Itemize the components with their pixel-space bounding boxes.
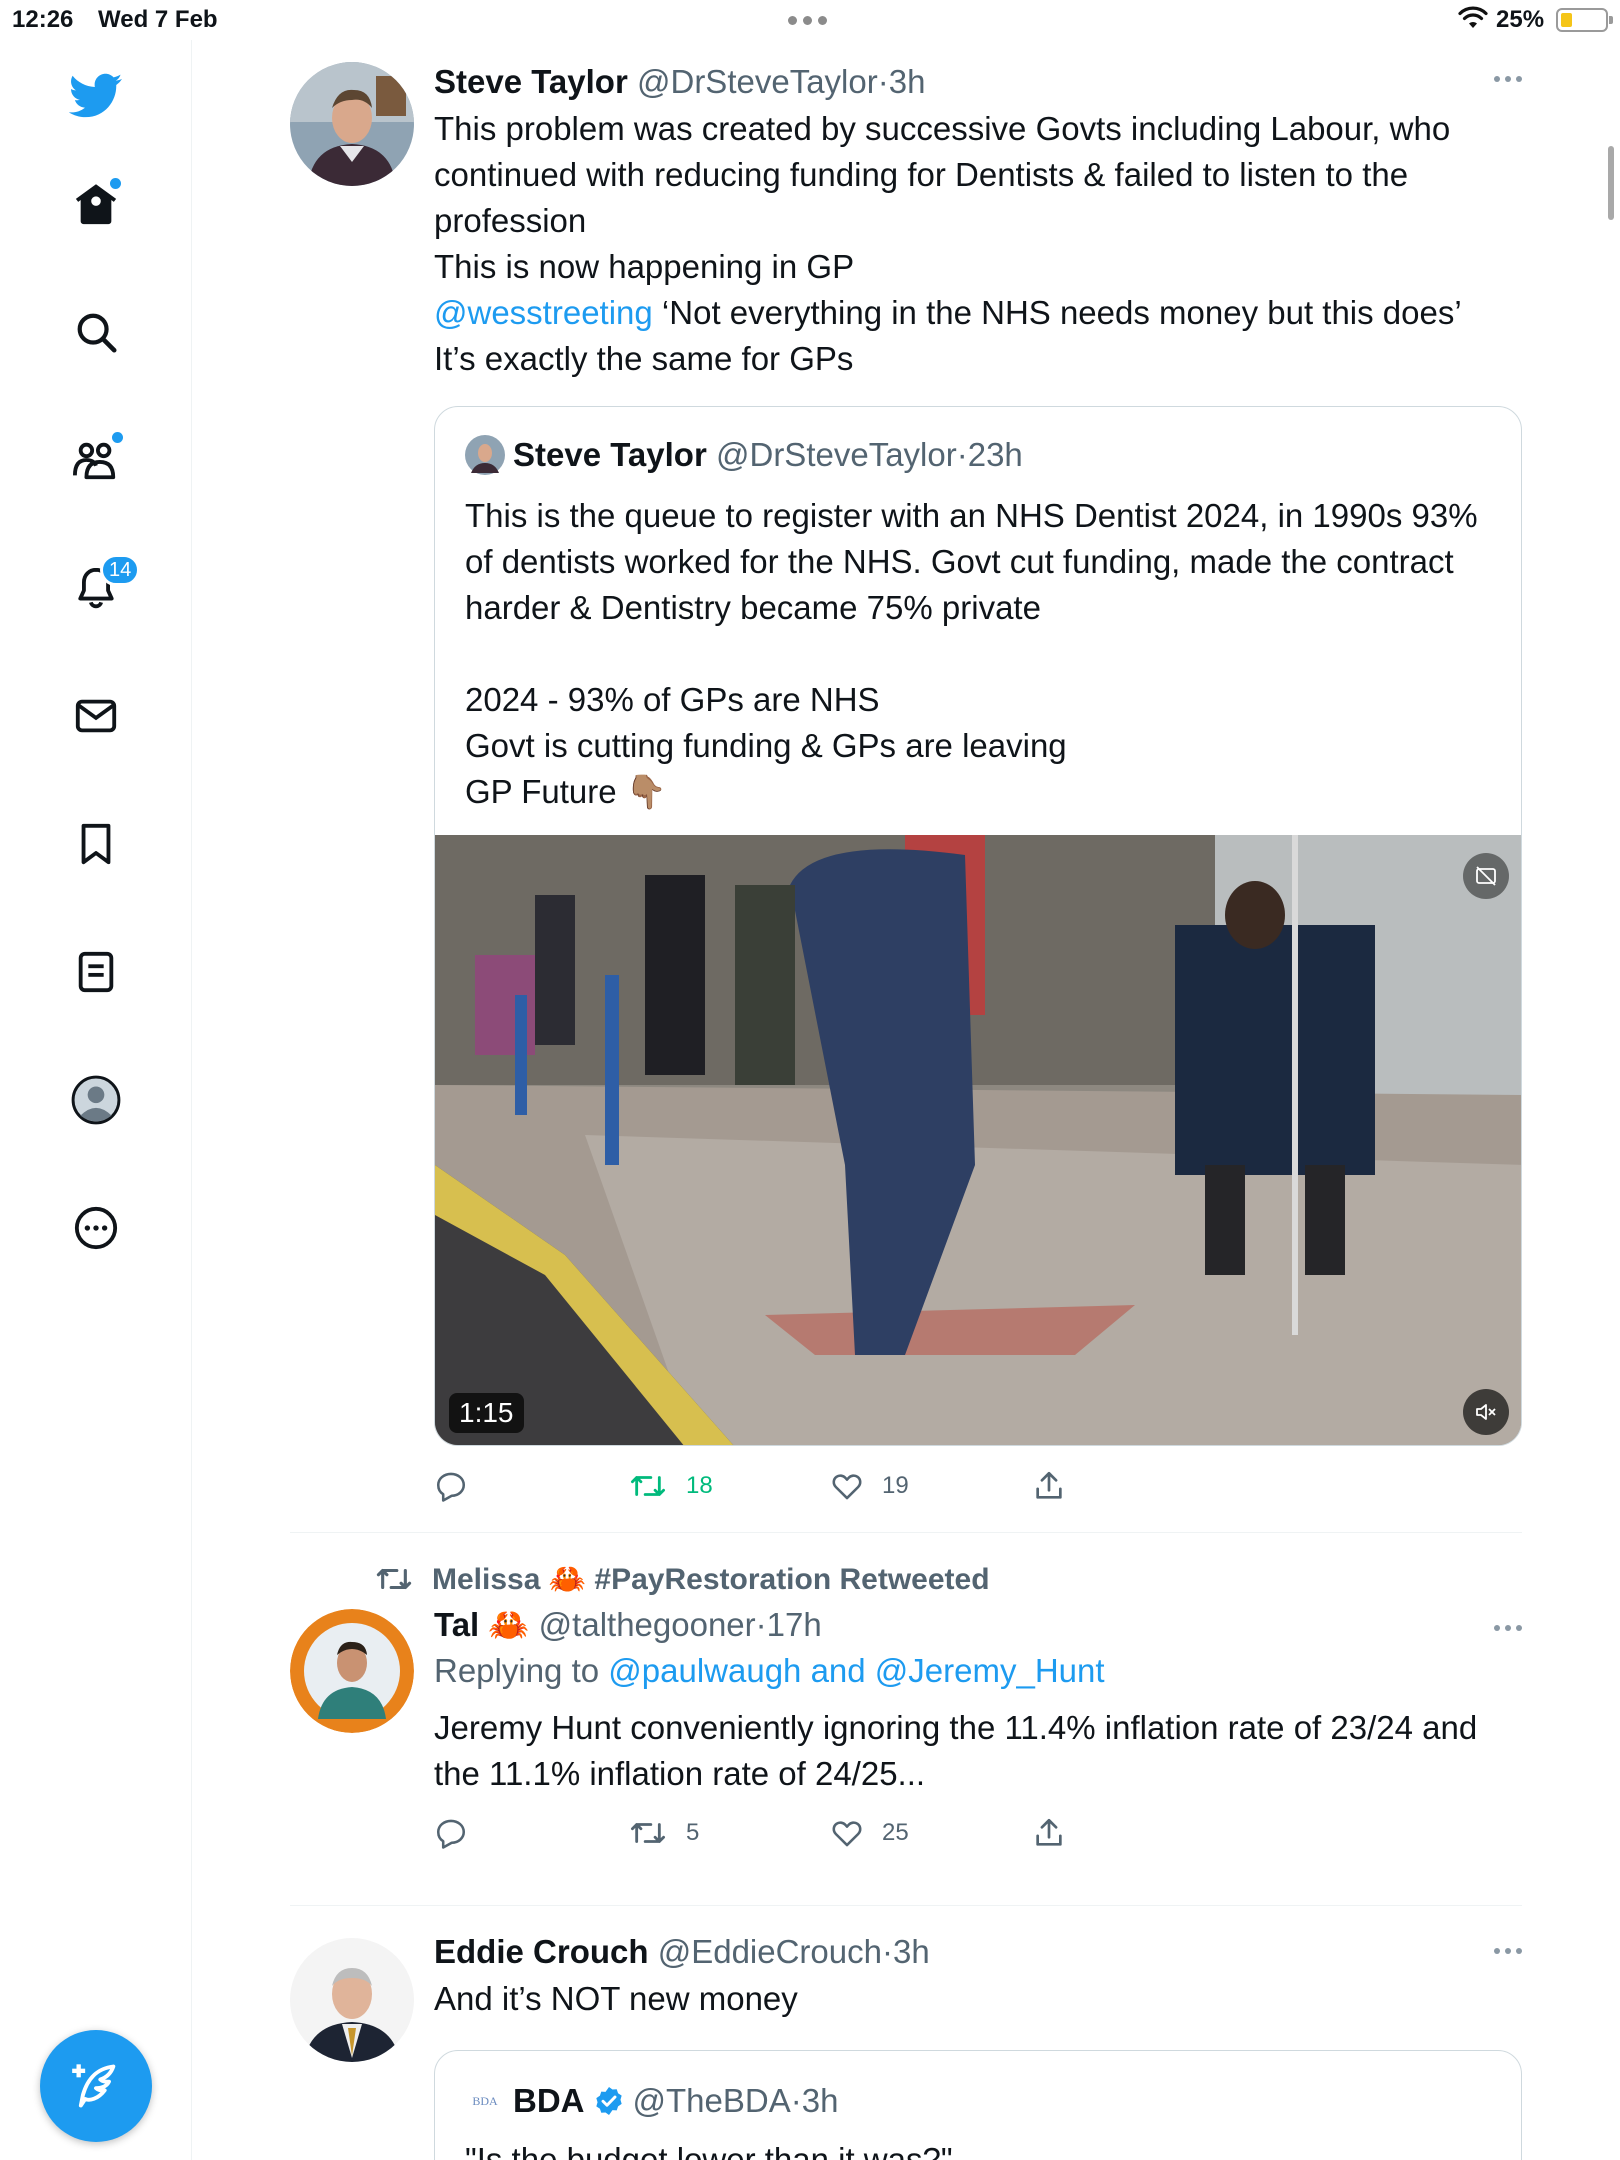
bda-logo: BDA <box>472 2094 498 2108</box>
search-icon[interactable] <box>66 302 126 362</box>
author-handle[interactable]: @DrSteveTaylor <box>637 63 878 100</box>
more-icon[interactable] <box>1494 1625 1522 1631</box>
share-icon <box>1036 1818 1062 1846</box>
quoted-author-name: BDA <box>513 2082 585 2119</box>
quoted-author-avatar <box>465 435 505 475</box>
like-count: 19 <box>882 1472 909 1499</box>
mute-icon[interactable] <box>1463 1389 1509 1435</box>
retweeted-by-line[interactable]: Melissa 🦀 #PayRestoration Retweeted <box>374 1559 1522 1599</box>
communities-icon[interactable] <box>66 430 126 490</box>
reply-button[interactable] <box>434 1469 628 1503</box>
share-icon <box>1036 1471 1062 1499</box>
profile-avatar-icon[interactable] <box>66 1070 126 1130</box>
reply-icon <box>436 1472 466 1502</box>
quoted-author-handle: @DrSteveTaylor <box>715 436 957 473</box>
avatar[interactable] <box>290 1609 414 1733</box>
share-button[interactable] <box>1032 1816 1066 1850</box>
heart-icon <box>832 1821 862 1847</box>
status-date: Wed 7 Feb <box>98 6 218 33</box>
author-name[interactable]: Steve Taylor <box>434 63 628 100</box>
captions-icon[interactable] <box>1463 853 1509 899</box>
author-name[interactable]: Eddie Crouch <box>434 1933 649 1970</box>
multitasking-dots-icon[interactable] <box>788 16 827 25</box>
separator-dot: · <box>881 1933 893 1970</box>
separator-dot: · <box>877 63 889 100</box>
like-button[interactable]: 25 <box>830 1816 1032 1850</box>
quoted-tweet-text: "Is the budget lower than it was?" <box>465 2141 953 2160</box>
quoted-tweet-time: 23h <box>967 436 1023 473</box>
author-handle[interactable]: @talthegooner <box>539 1606 756 1643</box>
tweet[interactable]: Steve Taylor @DrSteveTaylor·3h This prob… <box>290 40 1522 1532</box>
avatar[interactable] <box>290 62 414 186</box>
quoted-author-name: Steve Taylor <box>513 436 707 473</box>
retweet-icon <box>376 1568 412 1590</box>
separator-dot: · <box>956 436 968 473</box>
verified-badge-icon <box>595 2087 622 2115</box>
quoted-tweet[interactable]: Steve Taylor @DrSteveTaylor · 23h This is … <box>434 406 1522 1446</box>
retweet-count: 5 <box>686 1819 700 1846</box>
author-name[interactable]: Tal 🦀 <box>434 1606 530 1643</box>
bookmark-icon[interactable] <box>66 814 126 874</box>
tweet-actions: 18 19 <box>434 1456 1522 1516</box>
tweet-text-part: This problem was created by successive G… <box>434 110 1451 285</box>
more-icon[interactable] <box>1494 1948 1522 1954</box>
heart-icon <box>832 1474 862 1500</box>
replying-to-mentions[interactable]: @paulwaugh and @Jeremy_Hunt <box>608 1652 1104 1689</box>
wifi-icon <box>1458 6 1488 28</box>
avatar[interactable] <box>290 1938 414 2062</box>
notifications-badge: 14 <box>100 554 141 586</box>
tweet-text: Jeremy Hunt conveniently ignoring the 11… <box>434 1709 1487 1792</box>
tweet-text: And it’s NOT new money <box>434 1980 798 2017</box>
tweet-actions: 5 25 <box>434 1803 1522 1863</box>
quoted-tweet-text: This is the queue to register with an NH… <box>465 497 1478 810</box>
status-bar: 12:26 Wed 7 Feb 25% <box>0 0 1620 40</box>
replying-prefix: Replying to <box>434 1652 609 1689</box>
status-time: 12:26 <box>12 6 74 33</box>
battery-percentage: 25% <box>1496 6 1545 33</box>
retweet-icon <box>631 1476 665 1496</box>
retweet-button[interactable]: 18 <box>628 1469 830 1503</box>
retweet-button[interactable]: 5 <box>628 1816 830 1850</box>
tweet-time[interactable]: 17h <box>767 1606 822 1643</box>
video-player[interactable]: 1:15 <box>435 835 1521 1445</box>
home-icon[interactable] <box>66 174 126 234</box>
share-button[interactable] <box>1032 1469 1066 1503</box>
author-handle[interactable]: @EddieCrouch <box>658 1933 882 1970</box>
tweet-time[interactable]: 3h <box>893 1933 930 1970</box>
scrollbar-thumb[interactable] <box>1608 146 1614 220</box>
tweet[interactable]: Melissa 🦀 #PayRestoration Retweeted Tal … <box>290 1533 1522 1893</box>
quoted-tweet[interactable]: BDA BDA @TheBDA · 3h "Is the budget lower … <box>434 2050 1522 2160</box>
more-icon[interactable] <box>1494 76 1522 82</box>
video-thumbnail <box>435 835 1521 1445</box>
retweet-icon <box>631 1823 665 1843</box>
separator-dot: · <box>790 2082 802 2119</box>
sidebar: 14 <box>0 40 192 2160</box>
timeline-feed: Steve Taylor @DrSteveTaylor·3h This prob… <box>290 40 1522 2160</box>
reply-button[interactable] <box>434 1816 628 1850</box>
separator-dot: · <box>755 1606 767 1643</box>
retweet-count: 18 <box>686 1472 713 1499</box>
lists-icon[interactable] <box>66 942 126 1002</box>
battery-icon <box>1556 8 1613 32</box>
video-duration: 1:15 <box>449 1393 524 1433</box>
quoted-tweet-time: 3h <box>801 2082 839 2119</box>
like-button[interactable]: 19 <box>830 1469 1032 1503</box>
more-options-circle-icon[interactable] <box>66 1198 126 1258</box>
tweet-time[interactable]: 3h <box>889 63 926 100</box>
tweet-text: This problem was created by successive G… <box>434 106 1522 382</box>
retweeted-by-text: Melissa 🦀 #PayRestoration Retweeted <box>432 1562 990 1596</box>
tweet[interactable]: Eddie Crouch @EddieCrouch·3h And it’s NO… <box>290 1906 1522 2160</box>
replying-to-line: Replying to @paulwaugh and @Jeremy_Hunt <box>434 1651 1522 1691</box>
twitter-logo-icon[interactable] <box>66 66 126 126</box>
reply-icon <box>436 1819 466 1849</box>
compose-tweet-button[interactable] <box>40 2030 152 2142</box>
like-count: 25 <box>882 1819 909 1846</box>
feather-plus-icon <box>72 2064 116 2108</box>
messages-mail-icon[interactable] <box>66 686 126 746</box>
mention-link[interactable]: @wesstreeting <box>434 294 653 331</box>
quoted-author-handle: @TheBDA <box>632 2082 791 2119</box>
